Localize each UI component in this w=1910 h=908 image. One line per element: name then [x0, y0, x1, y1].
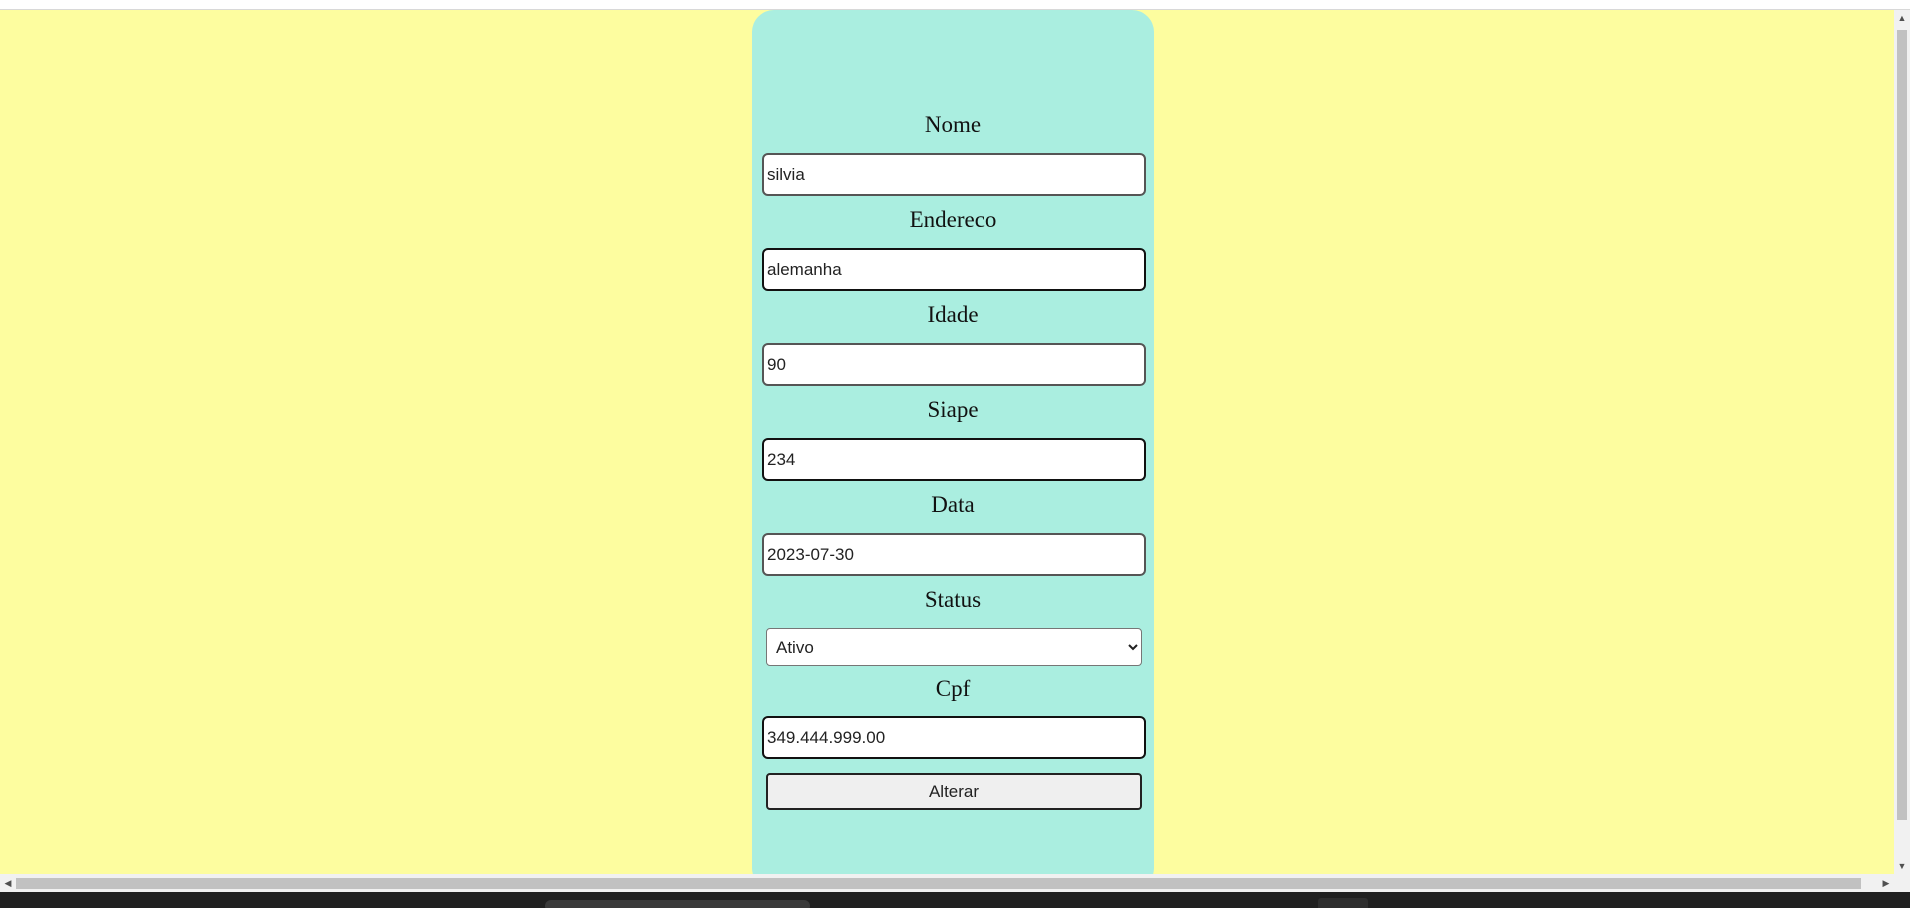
nome-input[interactable] [762, 153, 1146, 196]
vertical-scrollbar-thumb[interactable] [1897, 30, 1907, 820]
horizontal-scrollbar-thumb[interactable] [16, 878, 1861, 889]
data-input[interactable] [762, 533, 1146, 576]
data-label: Data [931, 492, 975, 517]
alterar-button[interactable]: Alterar [766, 773, 1142, 810]
data-field-group: Data [752, 490, 1154, 576]
idade-input[interactable] [762, 343, 1146, 386]
vertical-scrollbar[interactable]: ▲ ▼ [1894, 10, 1910, 874]
cpf-label: Cpf [935, 676, 971, 701]
siape-field-group: Siape [752, 395, 1154, 481]
siape-input[interactable] [762, 438, 1146, 481]
cpf-input[interactable] [762, 716, 1146, 759]
taskbar-app-icon[interactable] [1318, 898, 1368, 908]
nome-field-group: Nome [752, 110, 1154, 196]
scroll-left-arrow-icon[interactable]: ◀ [0, 874, 16, 892]
cpf-field-group: Cpf [752, 674, 1154, 759]
status-field-group: Status Ativo [752, 585, 1154, 666]
endereco-field-group: Endereco [752, 205, 1154, 291]
status-select[interactable]: Ativo [766, 628, 1142, 666]
status-label: Status [924, 587, 982, 612]
scroll-down-arrow-icon[interactable]: ▼ [1894, 858, 1910, 874]
taskbar [0, 892, 1910, 908]
scroll-right-arrow-icon[interactable]: ▶ [1878, 874, 1894, 892]
nome-label: Nome [924, 112, 982, 137]
endereco-input[interactable] [762, 248, 1146, 291]
siape-label: Siape [927, 397, 979, 422]
scroll-up-arrow-icon[interactable]: ▲ [1894, 10, 1910, 26]
idade-label: Idade [927, 302, 979, 327]
idade-field-group: Idade [752, 300, 1154, 386]
taskbar-search-box[interactable] [545, 900, 810, 908]
endereco-label: Endereco [909, 207, 997, 232]
form-card: Nome Endereco Idade Siape Data Status At… [752, 10, 1154, 874]
page-background: Nome Endereco Idade Siape Data Status At… [0, 10, 1894, 874]
horizontal-scrollbar[interactable]: ◀ ▶ [0, 874, 1910, 892]
browser-top-edge [0, 0, 1910, 10]
